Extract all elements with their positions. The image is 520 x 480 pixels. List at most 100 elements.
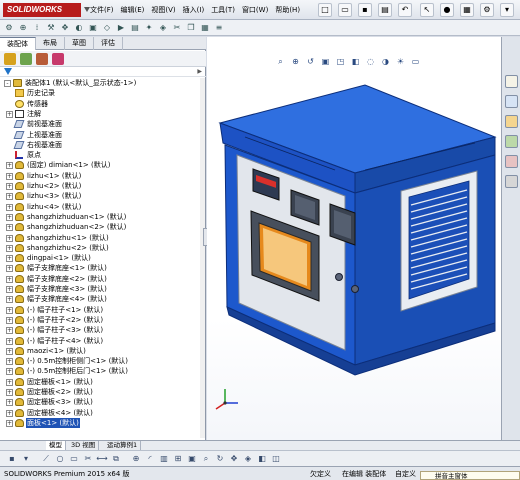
expand-icon[interactable]: +: [6, 337, 13, 345]
expand-icon[interactable]: +: [6, 110, 13, 118]
paste-icon[interactable]: ▦: [199, 22, 211, 34]
tab-layout[interactable]: 布局: [36, 37, 65, 50]
tree-item[interactable]: + 固定栅板<3> (默认): [0, 397, 206, 407]
filter-icon[interactable]: [4, 68, 12, 75]
expand-icon[interactable]: +: [6, 347, 13, 355]
reference-geometry-icon[interactable]: ◇: [101, 22, 113, 34]
custom-units-text[interactable]: 自定义: [395, 469, 416, 479]
insert-component-icon[interactable]: ⚙: [3, 22, 15, 34]
tab-sketch[interactable]: 草图: [65, 37, 94, 50]
tab-model[interactable]: 模型: [46, 441, 66, 450]
fillet-icon[interactable]: ◜: [144, 453, 156, 465]
design-library-icon[interactable]: [505, 95, 518, 108]
cut-icon[interactable]: ✂: [171, 22, 183, 34]
expand-icon[interactable]: +: [6, 399, 13, 407]
menu-help[interactable]: 帮助(H): [273, 4, 302, 16]
select-pointer-icon[interactable]: ↖: [420, 3, 434, 17]
layer-icon[interactable]: ≡: [213, 22, 225, 34]
tab-evaluate[interactable]: 评估: [94, 37, 123, 50]
expand-icon[interactable]: +: [6, 286, 13, 293]
tree-item[interactable]: + (-) 0.5m控制柜后门<1> (默认): [0, 366, 206, 376]
expand-icon[interactable]: +: [6, 378, 13, 386]
sketch-line-icon[interactable]: ⟋: [40, 453, 52, 465]
solidworks-resources-icon[interactable]: [505, 75, 518, 88]
isometric-view-icon[interactable]: ◈: [242, 453, 254, 465]
tree-item[interactable]: + (-) 0.5m控制柜侧门<1> (默认): [0, 356, 206, 366]
expand-icon[interactable]: +: [6, 224, 13, 232]
pan-icon[interactable]: ✥: [228, 453, 240, 465]
tree-item[interactable]: + maozi<1> (默认): [0, 346, 206, 356]
tree-item[interactable]: + dingpai<1> (默认): [0, 253, 206, 263]
expand-icon[interactable]: +: [6, 172, 13, 180]
save-icon[interactable]: ▪: [358, 3, 372, 17]
tree-item[interactable]: 历史记录: [0, 88, 206, 98]
expand-icon[interactable]: +: [6, 244, 13, 252]
tab-motion-study[interactable]: 运动算例1: [104, 441, 142, 450]
tree-item[interactable]: + 幅子支撑底座<4> (默认): [0, 294, 206, 304]
expand-icon[interactable]: +: [6, 296, 13, 304]
rebuild-icon[interactable]: ●: [440, 3, 454, 17]
exploded-view-icon[interactable]: ✦: [143, 22, 155, 34]
menu-tools[interactable]: 工具(T): [209, 4, 237, 16]
expand-icon[interactable]: +: [6, 255, 13, 263]
shaded-icon[interactable]: ◧: [256, 453, 268, 465]
tree-item[interactable]: + lizhu<4> (默认): [0, 202, 206, 212]
new-document-icon[interactable]: □: [318, 3, 332, 17]
expand-icon[interactable]: +: [6, 162, 13, 170]
tree-item[interactable]: 右视基准面: [0, 140, 206, 150]
collapse-icon[interactable]: -: [4, 80, 11, 87]
propertymanager-icon[interactable]: [20, 53, 32, 65]
menu-insert[interactable]: 插入(I): [181, 4, 207, 16]
assembly-features-icon[interactable]: ▣: [87, 22, 99, 34]
tab-3d-views[interactable]: 3D 视图: [68, 441, 100, 450]
expand-icon[interactable]: +: [6, 203, 13, 211]
undo-icon[interactable]: ↶: [398, 3, 412, 17]
tree-item[interactable]: 上视基准面: [0, 130, 206, 140]
show-hidden-icon[interactable]: ◐: [73, 22, 85, 34]
extrude-icon[interactable]: ▥: [158, 453, 170, 465]
tree-item[interactable]: 传感器: [0, 99, 206, 109]
wireframe-icon[interactable]: ◫: [270, 453, 282, 465]
mate-icon[interactable]: ⊕: [130, 453, 142, 465]
print-icon[interactable]: ▤: [378, 3, 392, 17]
tree-item[interactable]: + shangzhizhuduan<1> (默认): [0, 212, 206, 222]
tree-item[interactable]: 原点: [0, 150, 206, 160]
section-view-icon[interactable]: ▣: [186, 453, 198, 465]
cabinet-model[interactable]: [215, 65, 500, 380]
ime-toolbar[interactable]: 拼音主窗体: [420, 471, 520, 480]
configurationmanager-icon[interactable]: [36, 53, 48, 65]
minimize-icon[interactable]: ▾: [500, 3, 514, 17]
tab-assembly[interactable]: 装配体: [0, 37, 36, 50]
expand-icon[interactable]: +: [6, 234, 13, 242]
displaymanager-icon[interactable]: [52, 53, 64, 65]
file-properties-icon[interactable]: ▦: [460, 3, 474, 17]
expand-icon[interactable]: +: [6, 389, 13, 396]
rotate-view-icon[interactable]: ↻: [214, 453, 226, 465]
rectangle-icon[interactable]: ▭: [68, 453, 80, 465]
chevron-right-icon[interactable]: ▶: [197, 68, 202, 75]
mate-icon[interactable]: ⊕: [17, 22, 29, 34]
move-component-icon[interactable]: ✥: [59, 22, 71, 34]
expand-icon[interactable]: +: [6, 265, 13, 273]
expand-icon[interactable]: +: [6, 213, 13, 221]
expand-icon[interactable]: +: [6, 409, 13, 417]
zoom-icon[interactable]: ⌕: [200, 453, 212, 465]
expand-icon[interactable]: +: [6, 316, 13, 324]
tree-item[interactable]: 前视基准面: [0, 119, 206, 129]
measure-icon[interactable]: ⊞: [172, 453, 184, 465]
tree-item[interactable]: + 幅子支撑底座<1> (默认): [0, 263, 206, 273]
bill-of-materials-icon[interactable]: ▤: [129, 22, 141, 34]
expand-icon[interactable]: +: [6, 275, 13, 283]
custom-properties-icon[interactable]: [505, 175, 518, 188]
menu-view[interactable]: 视图(V): [149, 4, 177, 16]
expand-icon[interactable]: +: [6, 193, 13, 201]
solidworks-logo[interactable]: SOLIDWORKS: [3, 3, 81, 17]
tree-item[interactable]: + shangzhizhuduan<2> (默认): [0, 222, 206, 232]
open-folder-icon[interactable]: ▭: [338, 3, 352, 17]
tree-item[interactable]: + lizhu<1> (默认): [0, 171, 206, 181]
appearances-scenes-icon[interactable]: [505, 155, 518, 168]
tree-item[interactable]: + lizhu<2> (默认): [0, 181, 206, 191]
tree-item[interactable]: + (固定) dimian<1> (默认): [0, 160, 206, 170]
expand-icon[interactable]: +: [6, 419, 13, 427]
new-motion-study-icon[interactable]: ▶: [115, 22, 127, 34]
